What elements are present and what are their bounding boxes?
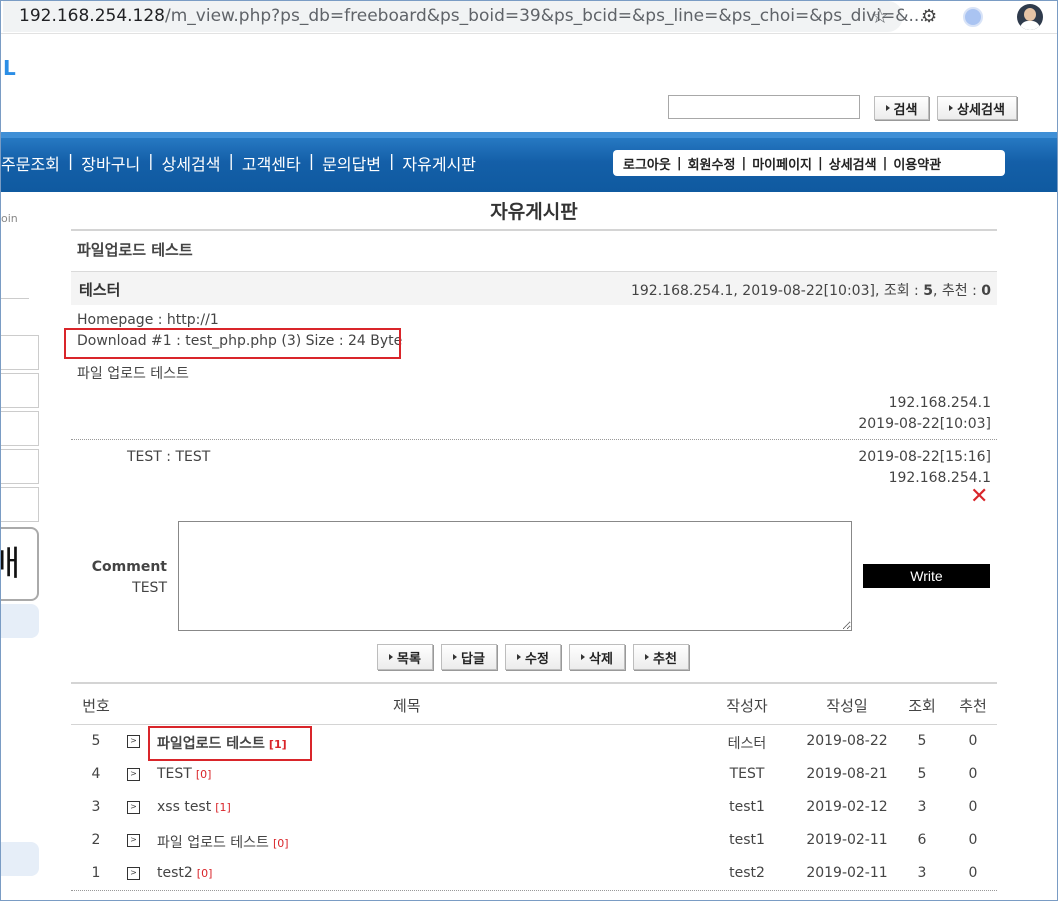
post-homepage[interactable]: Homepage : http://1	[77, 312, 219, 328]
nav-item-free-board[interactable]: 자유게시판	[402, 151, 476, 175]
post-meta: 192.168.254.1, 2019-08-22[10:03], 조회 : 5…	[630, 283, 991, 299]
bookmark-star-icon[interactable]: ☆	[871, 4, 889, 28]
arrow-right-icon	[581, 654, 586, 660]
profile-avatar[interactable]	[1017, 4, 1043, 30]
col-subject: 제목	[393, 697, 421, 715]
logout-link[interactable]: 로그아웃	[623, 154, 671, 173]
table-bottom-divider	[71, 890, 997, 891]
delete-comment-icon[interactable]: ✕	[970, 486, 988, 508]
table-row[interactable]: 2 > 파일 업로드 테스트 [0] test1 2019-02-11 6 0	[71, 832, 997, 865]
page-frame: 192.168.254.128/m_view.php?ps_db=freeboa…	[0, 0, 1058, 901]
reply-button[interactable]: 답글	[441, 644, 497, 670]
sidebar-panel	[1, 604, 39, 638]
list-button[interactable]: 목록	[377, 644, 433, 670]
main-nav: 주문조회 | 장바구니 | 상세검색 | 고객센타 | 문의답변 | 자유게시판 로그아웃…	[1, 132, 1057, 192]
table-header: 번호 제목 작성자 작성일 조회 추천	[71, 687, 997, 725]
sidebar-input[interactable]	[1, 335, 39, 370]
arrow-right-icon	[453, 654, 458, 660]
address-bar[interactable]: 192.168.254.128/m_view.php?ps_db=freeboa…	[3, 1, 925, 32]
search-input[interactable]	[668, 95, 860, 119]
user-menu: 로그아웃 | 회원수정 | 마이페이지 | 상세검색 | 이용약관	[613, 150, 1005, 176]
post-arrow-icon: >	[127, 834, 140, 847]
table-header-divider	[71, 724, 997, 725]
table-row[interactable]: 3 > xss test [1] test1 2019-02-12 3 0	[71, 799, 997, 832]
nav-item-cart[interactable]: 장바구니	[81, 151, 140, 175]
nav-item-customer-center[interactable]: 고객센타	[242, 151, 301, 175]
col-recommend: 추천	[959, 697, 987, 715]
comment-datetime: 2019-08-22[15:16]	[858, 449, 991, 465]
delete-button[interactable]: 삭제	[569, 644, 625, 670]
row-subject[interactable]: xss test [1]	[157, 799, 231, 815]
comment-user: TEST : TEST	[127, 449, 211, 465]
post-author: 테스터	[79, 281, 121, 299]
advanced-search-link[interactable]: 상세검색	[829, 154, 877, 173]
col-views: 조회	[908, 697, 936, 715]
recommend-button[interactable]: 추천	[633, 644, 689, 670]
browser-toolbar: 192.168.254.128/m_view.php?ps_db=freeboa…	[1, 1, 1057, 34]
post-ip: 192.168.254.1	[888, 395, 991, 411]
mypage-link[interactable]: 마이페이지	[752, 154, 812, 173]
comment-divider	[71, 439, 997, 440]
sidebar-banner-button[interactable]: 매	[1, 527, 39, 601]
col-date: 작성일	[826, 697, 868, 715]
nav-item-inquiry[interactable]: 문의답변	[322, 151, 381, 175]
arrow-right-icon	[389, 654, 394, 660]
board-title: 자유게시판	[490, 201, 578, 223]
arrow-right-icon	[645, 654, 650, 660]
arrow-right-icon	[885, 105, 890, 111]
nav-item-orders[interactable]: 주문조회	[1, 151, 60, 175]
row-subject[interactable]: test2 [0]	[157, 865, 212, 881]
site-logo[interactable]: L	[3, 56, 16, 80]
row-subject[interactable]: TEST [0]	[157, 766, 211, 782]
sidebar-panel	[1, 842, 39, 876]
sidebar-divider	[1, 298, 29, 299]
post-arrow-icon: >	[127, 867, 140, 880]
comment-form-label: Comment TEST	[91, 559, 167, 596]
table-row[interactable]: 1 > test2 [0] test2 2019-02-11 3 0	[71, 865, 997, 898]
url-text[interactable]: 192.168.254.128/m_view.php?ps_db=freeboa…	[19, 6, 925, 26]
write-comment-button[interactable]: Write	[863, 564, 990, 588]
post-arrow-icon: >	[127, 801, 140, 814]
highlight-box	[64, 328, 401, 359]
sidebar-login-label: oin	[1, 212, 18, 225]
highlight-box	[148, 726, 312, 761]
post-arrow-icon: >	[127, 735, 140, 748]
post-arrow-icon: >	[127, 768, 140, 781]
title-divider	[71, 229, 997, 231]
sidebar-input[interactable]	[1, 411, 39, 446]
edit-member-link[interactable]: 회원수정	[688, 154, 736, 173]
arrow-right-icon	[517, 654, 522, 660]
url-host: 192.168.254.128	[19, 6, 166, 26]
col-number: 번호	[82, 697, 110, 715]
post-author-bar: 테스터 192.168.254.1, 2019-08-22[10:03], 조회…	[71, 271, 997, 305]
sidebar-input[interactable]	[1, 487, 39, 522]
col-writer: 작성자	[726, 697, 768, 715]
advanced-search-button[interactable]: 상세검색	[937, 96, 1017, 120]
post-subject: 파일업로드 테스트	[77, 241, 193, 259]
arrow-right-icon	[949, 105, 954, 111]
post-datetime: 2019-08-22[10:03]	[858, 416, 991, 432]
sidebar-input[interactable]	[1, 373, 39, 408]
table-row[interactable]: 4 > TEST [0] TEST 2019-08-21 5 0	[71, 766, 997, 799]
sidebar-input[interactable]	[1, 449, 39, 484]
nav-menu: 주문조회 | 장바구니 | 상세검색 | 고객센타 | 문의답변 | 자유게시판	[1, 151, 477, 175]
terms-link[interactable]: 이용약관	[893, 154, 941, 173]
extension-icon[interactable]: ⚙	[921, 6, 945, 28]
extension-circle-icon[interactable]	[963, 7, 983, 27]
comment-form-user: TEST	[132, 580, 167, 596]
row-subject[interactable]: 파일 업로드 테스트 [0]	[157, 832, 289, 852]
nav-item-advanced-search[interactable]: 상세검색	[162, 151, 221, 175]
edit-button[interactable]: 수정	[505, 644, 561, 670]
comment-textarea[interactable]	[178, 521, 852, 631]
url-path: /m_view.php?ps_db=freeboard&ps_boid=39&p…	[165, 6, 925, 26]
search-button[interactable]: 검색	[874, 96, 929, 120]
post-body: 파일 업로드 테스트	[77, 366, 189, 382]
table-top-divider	[71, 682, 997, 684]
